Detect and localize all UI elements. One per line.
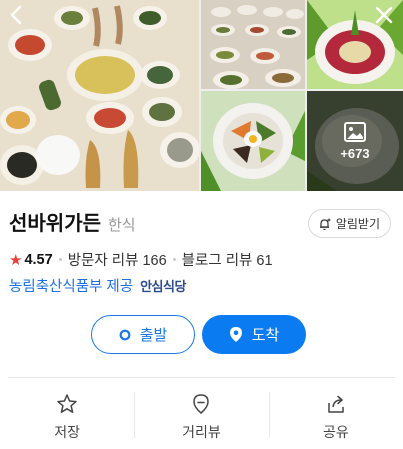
- arrive-button[interactable]: 도착: [202, 315, 306, 354]
- star-icon: ★: [9, 251, 23, 269]
- save-label: 저장: [54, 424, 81, 440]
- share-icon: [328, 395, 344, 413]
- star-outline-icon: [57, 394, 77, 413]
- provider-text[interactable]: 농림축산식품부 제공: [9, 275, 133, 296]
- save-action[interactable]: 저장: [0, 388, 134, 442]
- place-name: 선바위가든: [9, 213, 101, 235]
- depart-label: 출발: [139, 327, 168, 344]
- place-category: 한식: [108, 217, 136, 234]
- photo-main-table-spread[interactable]: [0, 0, 199, 191]
- action-bar: 저장 거리뷰 공유: [0, 388, 403, 442]
- divider: [8, 377, 395, 378]
- rating-value: 4.57: [24, 251, 53, 268]
- title-row: 선바위가든 한식: [9, 207, 136, 236]
- alarm-label: 알림받기: [335, 217, 380, 231]
- origin-dot-icon: [119, 329, 131, 340]
- stats-row: ★ 4.57 방문자 리뷰 166 블로그 리뷰 61: [9, 249, 273, 270]
- photo-restaurant-tables[interactable]: [201, 0, 305, 89]
- separator-dot: [58, 258, 62, 261]
- photo-bibimbap[interactable]: [201, 91, 305, 191]
- depart-button[interactable]: 출발: [91, 315, 195, 354]
- photo-gallery[interactable]: +673: [0, 0, 403, 191]
- safe-restaurant-badge: 안심식당: [140, 279, 186, 294]
- share-label: 공유: [322, 424, 349, 440]
- location-pin-icon: [229, 327, 242, 342]
- provider-row[interactable]: 농림축산식품부 제공 안심식당: [9, 275, 186, 296]
- visitor-reviews-link[interactable]: 방문자 리뷰 166: [68, 249, 167, 270]
- blog-reviews-link[interactable]: 블로그 리뷰 61: [182, 249, 273, 270]
- bell-plus-icon: [319, 218, 331, 230]
- close-icon[interactable]: [373, 4, 395, 26]
- image-icon: [344, 121, 366, 142]
- street-view-action[interactable]: 거리뷰: [134, 388, 268, 442]
- alarm-button[interactable]: 알림받기: [307, 209, 391, 238]
- separator-dot: [172, 258, 176, 261]
- map-pin-outline-icon: [193, 394, 210, 414]
- arrive-label: 도착: [251, 327, 280, 344]
- street-view-label: 거리뷰: [182, 424, 221, 440]
- more-photos-count: +673: [340, 145, 370, 161]
- more-photos-overlay[interactable]: +673: [307, 91, 403, 191]
- chevron-left-icon[interactable]: [6, 4, 28, 26]
- share-action[interactable]: 공유: [268, 388, 403, 442]
